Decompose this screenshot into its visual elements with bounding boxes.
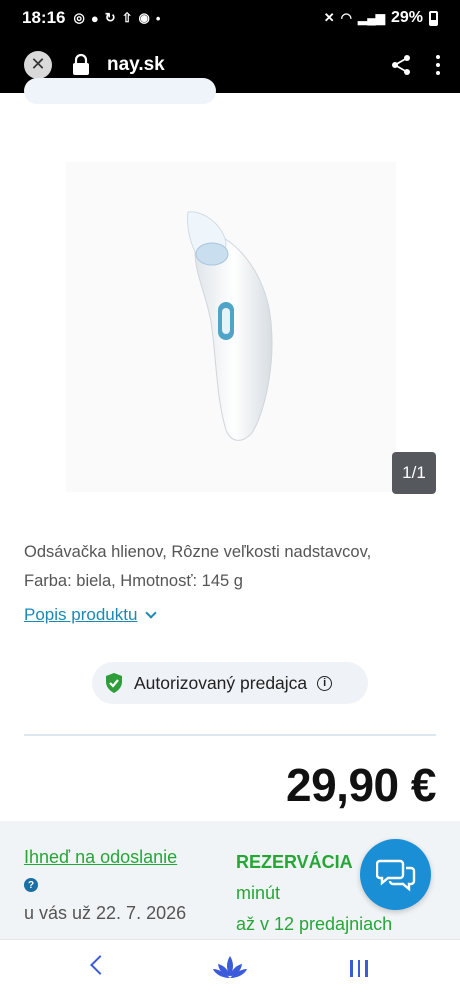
- dot-icon: •: [155, 10, 161, 26]
- image-counter: 1/1: [392, 452, 436, 494]
- url-text[interactable]: nay.sk: [107, 54, 165, 76]
- wifi-icon: ◠: [340, 10, 352, 25]
- mute-icon: ✕: [323, 10, 335, 25]
- chevron-down-icon: [145, 606, 158, 619]
- nasal-aspirator-image: [187, 211, 273, 441]
- product-description-link[interactable]: Popis produktu: [24, 605, 158, 625]
- divider: [24, 734, 436, 736]
- back-icon[interactable]: [90, 955, 110, 975]
- ship-date: u vás už 22. 7. 2026: [24, 902, 187, 923]
- scrolled-pill: [24, 78, 216, 104]
- product-price: 29,90 €: [286, 759, 436, 811]
- battery-percent: 29%: [390, 9, 423, 26]
- authorized-seller-badge[interactable]: Autorizovaný predajca i: [92, 662, 368, 704]
- help-icon[interactable]: ?: [24, 878, 38, 892]
- more-vert-icon[interactable]: [436, 54, 440, 75]
- system-nav-bar: [0, 939, 460, 997]
- facebook-icon: ●: [90, 10, 99, 26]
- notification-icons: ◎ ● ↻ ⇧ ◉ •: [73, 10, 160, 26]
- chat-button[interactable]: [360, 839, 431, 910]
- chat-icon: [375, 859, 415, 892]
- upload-icon: ⇧: [121, 10, 133, 25]
- lock-icon: [73, 53, 89, 75]
- signal-icon: ▂▄▆: [358, 11, 385, 25]
- description-link-label[interactable]: Popis produktu: [24, 605, 137, 625]
- status-time: 18:16: [22, 8, 66, 27]
- info-icon[interactable]: i: [317, 675, 333, 691]
- messenger-icon: ◎: [73, 10, 85, 25]
- shipping-column: Ihneď na odoslanie ? u vás už 22. 7. 202…: [24, 847, 186, 924]
- product-image[interactable]: [66, 162, 396, 492]
- description-line-1: Odsávačka hlienov, Rôzne veľkosti nadsta…: [24, 543, 372, 561]
- home-lotus-icon[interactable]: [212, 954, 248, 982]
- sync-icon: ↻: [104, 10, 116, 25]
- close-icon[interactable]: ✕: [24, 50, 52, 79]
- shield-check-icon: [106, 673, 122, 693]
- share-icon[interactable]: [390, 54, 412, 76]
- ship-now-link[interactable]: Ihneď na odoslanie: [24, 847, 177, 867]
- recent-apps-icon[interactable]: [350, 960, 368, 977]
- product-description: Odsávačka hlienov, Rôzne veľkosti nadsta…: [24, 538, 424, 596]
- authorized-label: Autorizovaný predajca: [134, 672, 308, 693]
- battery-icon: [429, 10, 438, 26]
- description-line-2: Farba: biela, Hmotnosť: 145 g: [24, 572, 243, 590]
- reservation-stores: až v 12 predajniach: [236, 914, 393, 934]
- status-bar: 18:16 ◎ ● ↻ ⇧ ◉ • ✕ ◠ ▂▄▆ 29%: [0, 0, 460, 36]
- record-icon: ◉: [138, 10, 150, 25]
